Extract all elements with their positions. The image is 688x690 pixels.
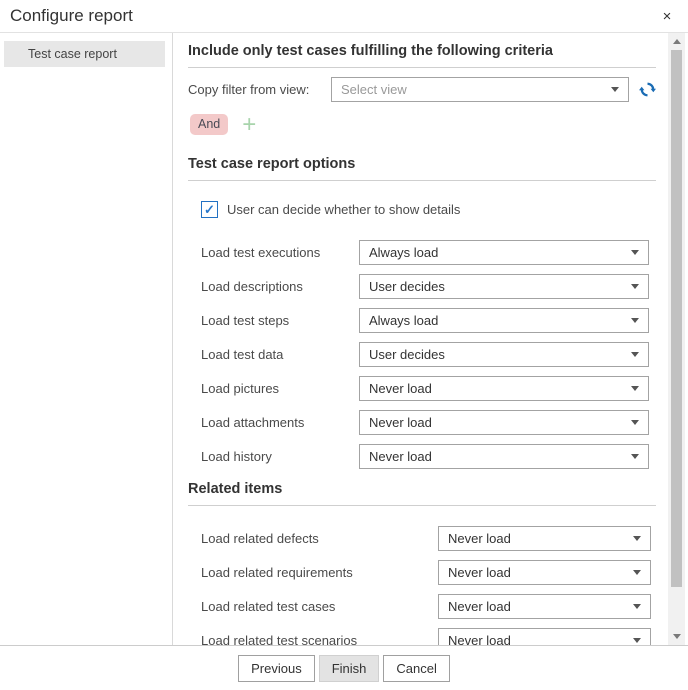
option-row: Load test data User decides — [201, 342, 656, 367]
scrollbar[interactable] — [668, 33, 685, 645]
chevron-down-icon — [633, 604, 641, 609]
criteria-heading: Include only test cases fulfilling the f… — [188, 43, 656, 68]
option-row: Load related test scenarios Never load — [201, 628, 656, 645]
option-label: Load descriptions — [201, 279, 359, 294]
chevron-down-icon — [633, 570, 641, 575]
refresh-icon[interactable] — [638, 81, 656, 99]
arrow-down-icon — [673, 634, 681, 639]
option-label: Load related test cases — [201, 599, 438, 614]
option-row: Load pictures Never load — [201, 376, 656, 401]
select-value: Never load — [369, 449, 432, 464]
chevron-down-icon — [631, 250, 639, 255]
dialog-footer: Previous Finish Cancel — [0, 645, 688, 690]
select-value: Never load — [369, 415, 432, 430]
option-label: Load test executions — [201, 245, 359, 260]
chevron-down-icon — [631, 420, 639, 425]
scrollbar-thumb[interactable] — [671, 50, 682, 587]
arrow-up-icon — [673, 39, 681, 44]
select-value: Never load — [448, 633, 511, 645]
sidebar-item-test-case-report[interactable]: Test case report — [4, 41, 165, 67]
view-select-placeholder: Select view — [341, 82, 407, 97]
option-label: Load test steps — [201, 313, 359, 328]
chevron-down-icon — [633, 638, 641, 643]
plus-icon[interactable]: + — [242, 116, 256, 134]
select-value: Always load — [369, 313, 438, 328]
select-value: Always load — [369, 245, 438, 260]
dialog-header: Configure report × — [0, 0, 688, 33]
configure-report-dialog: Configure report × Test case report Incl… — [0, 0, 688, 690]
select-value: Never load — [369, 381, 432, 396]
scroll-down-button[interactable] — [668, 628, 685, 645]
option-label: Load related test scenarios — [201, 633, 438, 645]
load-related-test-scenarios-select[interactable]: Never load — [438, 628, 651, 645]
load-related-defects-select[interactable]: Never load — [438, 526, 651, 551]
option-label: Load pictures — [201, 381, 359, 396]
copy-filter-row: Copy filter from view: Select view — [188, 77, 656, 102]
sidebar: Test case report — [0, 33, 173, 645]
chevron-down-icon — [631, 352, 639, 357]
filter-operator-row: And + — [190, 114, 656, 135]
load-history-select[interactable]: Never load — [359, 444, 649, 469]
show-details-checkbox-row: ✓ User can decide whether to show detail… — [201, 201, 656, 218]
option-label: Load attachments — [201, 415, 359, 430]
cancel-button[interactable]: Cancel — [383, 655, 449, 682]
close-icon[interactable]: × — [656, 5, 678, 27]
load-test-data-select[interactable]: User decides — [359, 342, 649, 367]
option-row: Load related requirements Never load — [201, 560, 656, 585]
load-pictures-select[interactable]: Never load — [359, 376, 649, 401]
option-row: Load test steps Always load — [201, 308, 656, 333]
select-value: User decides — [369, 279, 445, 294]
copy-filter-label: Copy filter from view: — [188, 82, 331, 97]
option-row: Load related test cases Never load — [201, 594, 656, 619]
view-select[interactable]: Select view — [331, 77, 629, 102]
option-row: Load descriptions User decides — [201, 274, 656, 299]
scroll-up-button[interactable] — [668, 33, 685, 50]
option-row: Load history Never load — [201, 444, 656, 469]
select-value: Never load — [448, 599, 511, 614]
dialog-body: Test case report Include only test cases… — [0, 33, 688, 645]
select-value: User decides — [369, 347, 445, 362]
option-label: Load history — [201, 449, 359, 464]
option-row: Load test executions Always load — [201, 240, 656, 265]
chevron-down-icon — [631, 318, 639, 323]
options-rows-group: Load test executions Always load Load de… — [188, 240, 656, 469]
load-related-test-cases-select[interactable]: Never load — [438, 594, 651, 619]
load-descriptions-select[interactable]: User decides — [359, 274, 649, 299]
load-test-steps-select[interactable]: Always load — [359, 308, 649, 333]
option-row: Load attachments Never load — [201, 410, 656, 435]
load-attachments-select[interactable]: Never load — [359, 410, 649, 435]
select-value: Never load — [448, 565, 511, 580]
chevron-down-icon — [631, 386, 639, 391]
select-value: Never load — [448, 531, 511, 546]
option-label: Load related requirements — [201, 565, 438, 580]
chevron-down-icon — [631, 454, 639, 459]
options-heading: Test case report options — [188, 156, 656, 181]
finish-button[interactable]: Finish — [319, 655, 380, 682]
scrollbar-area — [668, 33, 688, 645]
show-details-checkbox-label: User can decide whether to show details — [227, 202, 460, 217]
previous-button[interactable]: Previous — [238, 655, 315, 682]
related-rows-group: Load related defects Never load Load rel… — [188, 526, 656, 645]
chevron-down-icon — [611, 87, 619, 92]
load-test-executions-select[interactable]: Always load — [359, 240, 649, 265]
option-label: Load test data — [201, 347, 359, 362]
related-items-heading: Related items — [188, 481, 656, 506]
and-operator-badge[interactable]: And — [190, 114, 228, 135]
chevron-down-icon — [631, 284, 639, 289]
chevron-down-icon — [633, 536, 641, 541]
option-label: Load related defects — [201, 531, 438, 546]
option-row: Load related defects Never load — [201, 526, 656, 551]
load-related-requirements-select[interactable]: Never load — [438, 560, 651, 585]
dialog-title: Configure report — [10, 6, 133, 26]
content-panel: Include only test cases fulfilling the f… — [173, 33, 668, 645]
show-details-checkbox[interactable]: ✓ — [201, 201, 218, 218]
